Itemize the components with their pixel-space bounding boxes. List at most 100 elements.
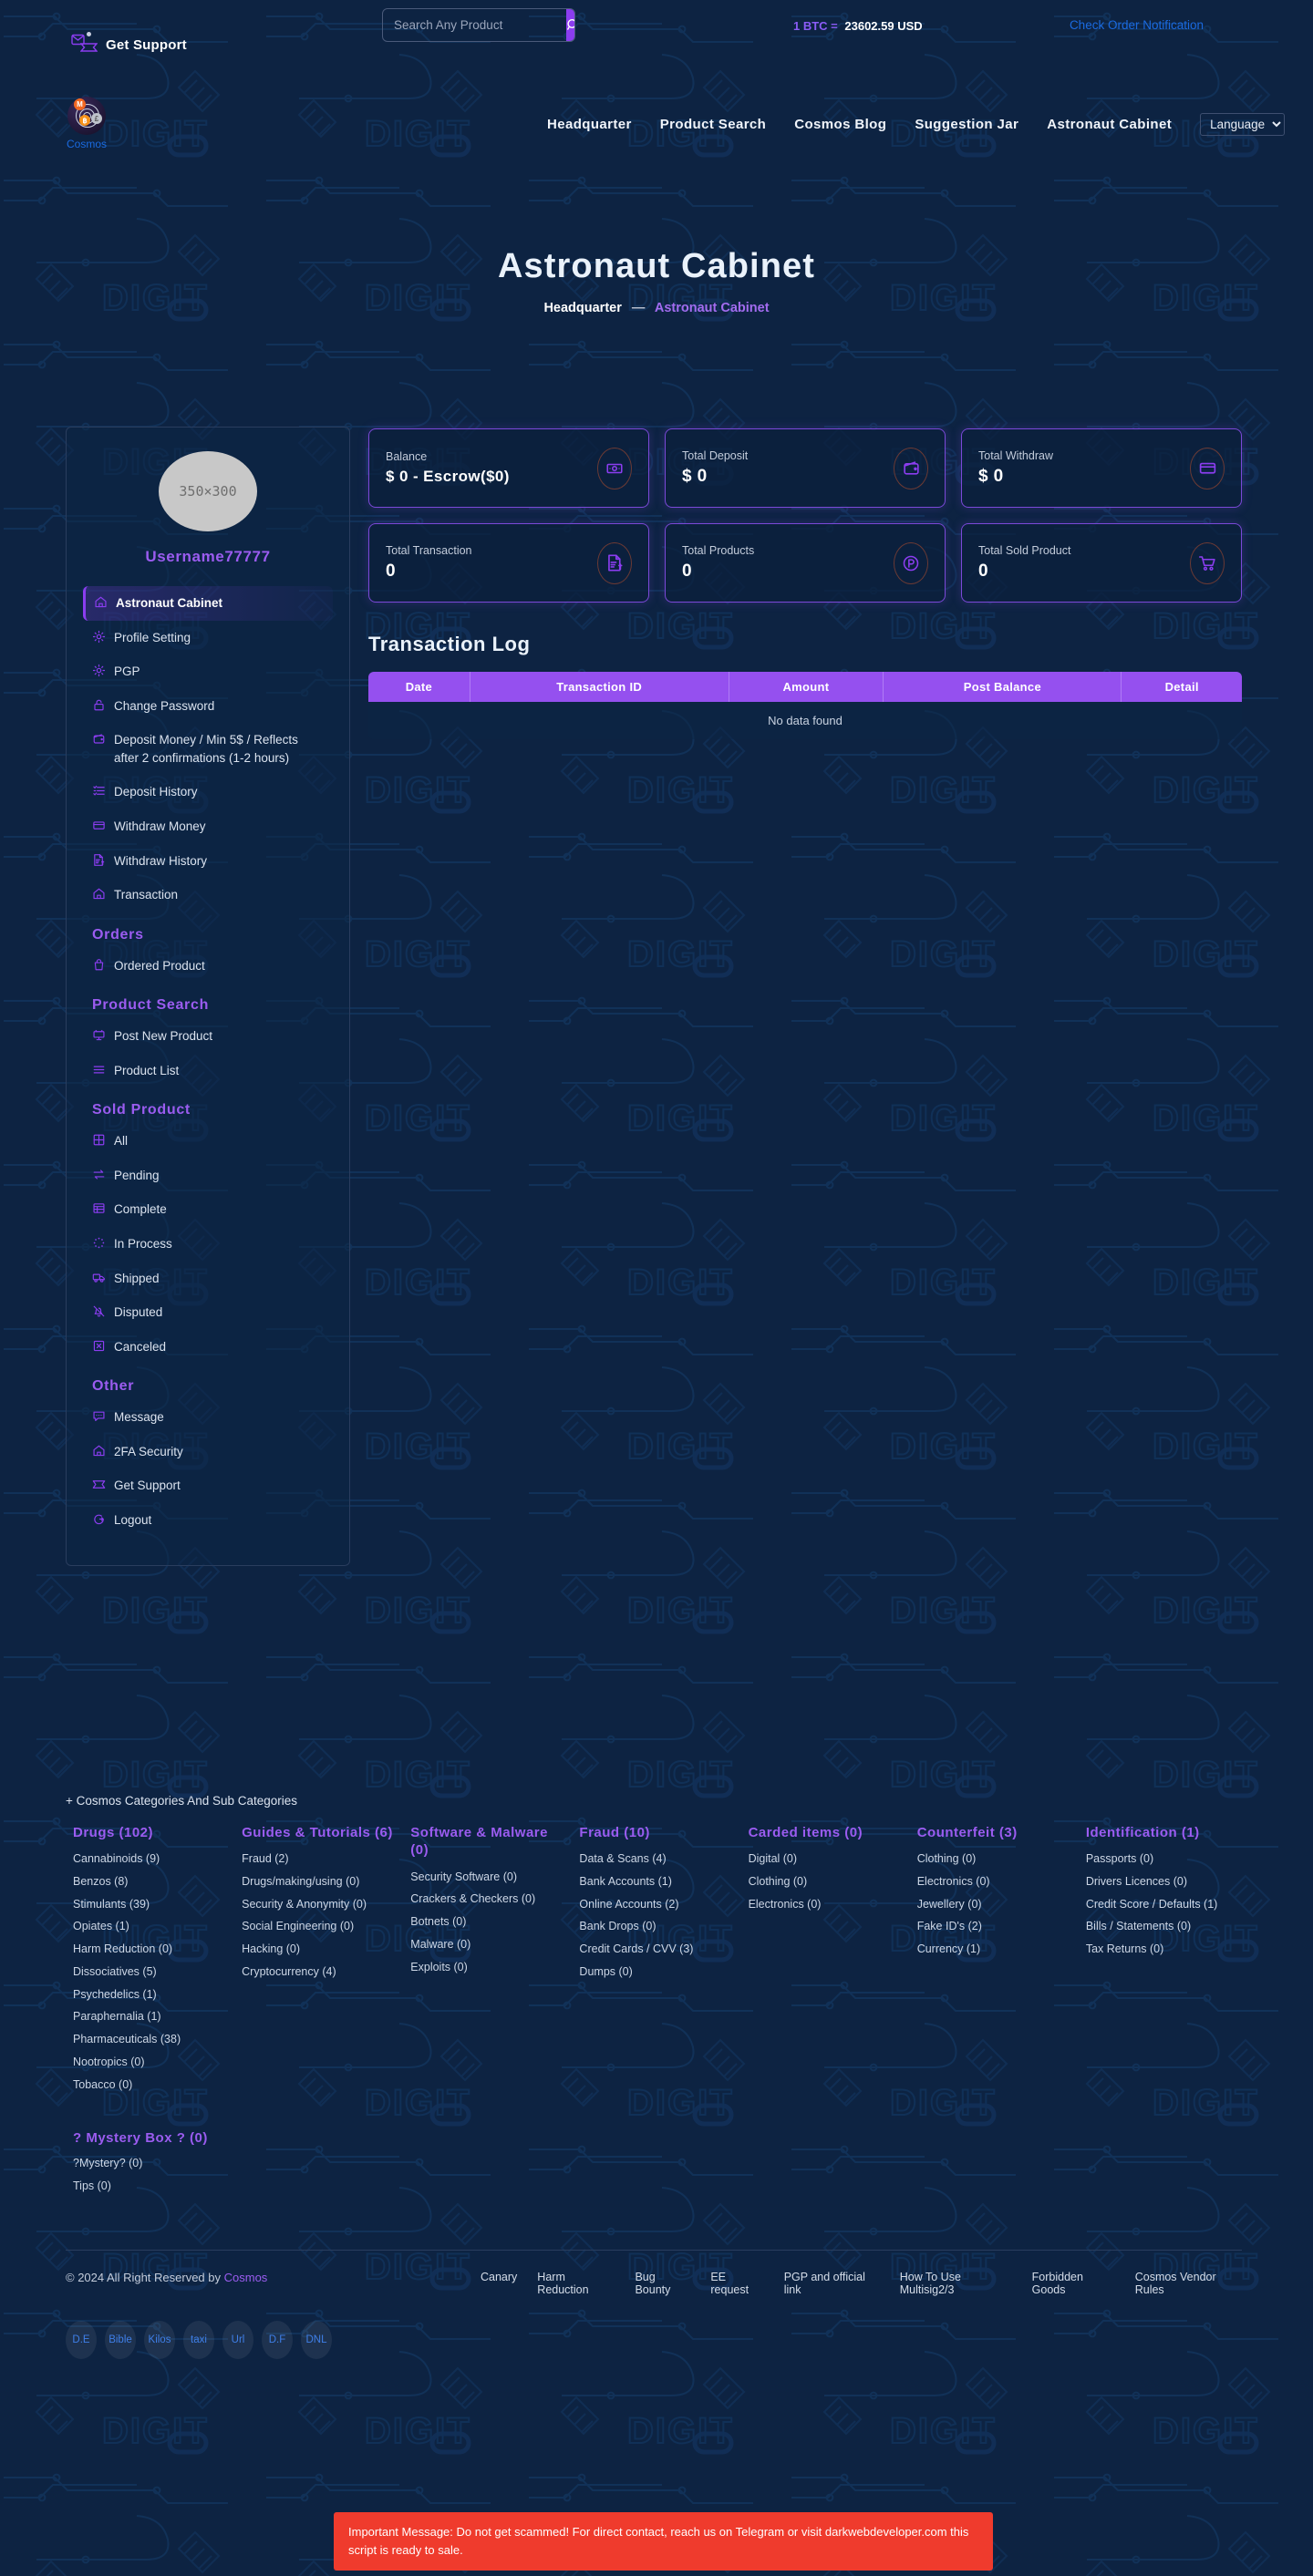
sidebar-item-get-support[interactable]: Get Support <box>83 1468 333 1503</box>
subcategory-link[interactable]: Benzos (8) <box>73 1873 229 1891</box>
sidebar-item-message[interactable]: Message <box>83 1400 333 1435</box>
subcategory-link[interactable]: Pharmaceuticals (38) <box>73 2031 229 2049</box>
subcategory-link[interactable]: Passports (0) <box>1086 1850 1242 1869</box>
sidebar-item-astronaut-cabinet[interactable]: Astronaut Cabinet <box>83 586 333 621</box>
footer-link-ee-request[interactable]: EE request <box>710 2271 763 2296</box>
subcategory-link[interactable]: Stimulants (39) <box>73 1896 229 1914</box>
nav-item-headquarter[interactable]: Headquarter <box>547 117 632 132</box>
subcategory-link[interactable]: Psychedelics (1) <box>73 1986 229 2004</box>
subcategory-link[interactable]: Currency (1) <box>917 1941 1073 1959</box>
subcategory-link[interactable]: Bills / Statements (0) <box>1086 1918 1242 1936</box>
subcategory-link[interactable]: Credit Cards / CVV (3) <box>579 1941 735 1959</box>
subcategory-link[interactable]: Security & Anonymity (0) <box>242 1896 398 1914</box>
subcategory-link[interactable]: Drugs/making/using (0) <box>242 1873 398 1891</box>
breadcrumb-home[interactable]: Headquarter <box>543 301 621 315</box>
footer-chip-bible[interactable]: Bible <box>105 2321 136 2360</box>
brand-logo-link[interactable]: M ฿ £ Cosmos <box>53 97 120 150</box>
subcategory-link[interactable]: Botnets (0) <box>410 1913 566 1932</box>
footer-link-cosmos-vendor-rules[interactable]: Cosmos Vendor Rules <box>1135 2271 1242 2296</box>
subcategory-link[interactable]: Data & Scans (4) <box>579 1850 735 1869</box>
footer-chip-taxi[interactable]: taxi <box>183 2321 214 2360</box>
check-order-notification-link[interactable]: Check Order Notification <box>1070 18 1204 32</box>
subcategory-link[interactable]: Cannabinoids (9) <box>73 1850 229 1869</box>
categories-toggle[interactable]: + Cosmos Categories And Sub Categories <box>66 1794 1242 1808</box>
category-title[interactable]: Counterfeit (3) <box>917 1824 1073 1842</box>
subcategory-link[interactable]: Tobacco (0) <box>73 2076 229 2095</box>
subcategory-link[interactable]: Exploits (0) <box>410 1959 566 1977</box>
sidebar-item-shipped[interactable]: Shipped <box>83 1262 333 1296</box>
subcategory-link[interactable]: Credit Score / Defaults (1) <box>1086 1896 1242 1914</box>
subcategory-link[interactable]: Paraphernalia (1) <box>73 2008 229 2026</box>
sidebar-item-deposit-history[interactable]: Deposit History <box>83 775 333 809</box>
category-title[interactable]: Guides & Tutorials (6) <box>242 1824 398 1842</box>
footer-link-bug-bounty[interactable]: Bug Bounty <box>635 2271 690 2296</box>
subcategory-link[interactable]: Fake ID's (2) <box>917 1918 1073 1936</box>
subcategory-link[interactable]: Hacking (0) <box>242 1941 398 1959</box>
subcategory-link[interactable]: Security Software (0) <box>410 1869 566 1887</box>
sidebar-item-logout[interactable]: Logout <box>83 1503 333 1538</box>
subcategory-link[interactable]: Electronics (0) <box>749 1896 905 1914</box>
subcategory-link[interactable]: Jewellery (0) <box>917 1896 1073 1914</box>
subcategory-link[interactable]: Tax Returns (0) <box>1086 1941 1242 1959</box>
subcategory-link[interactable]: ?Mystery? (0) <box>73 2155 1242 2173</box>
footer-chip-url[interactable]: Url <box>222 2321 253 2360</box>
subcategory-link[interactable]: Dumps (0) <box>579 1963 735 1982</box>
subcategory-link[interactable]: Bank Drops (0) <box>579 1918 735 1936</box>
footer-link-how-to-use-multisig2-3[interactable]: How To Use Multisig2/3 <box>900 2271 1012 2296</box>
language-select[interactable]: LanguageEnglishSpanishFrenchGermanRussia… <box>1200 113 1286 136</box>
category-title[interactable]: Carded items (0) <box>749 1824 905 1842</box>
sidebar-item-deposit-money-min-5-reflects-after[interactable]: Deposit Money / Min 5$ / Reflects after … <box>83 723 333 775</box>
subcategory-link[interactable]: Social Engineering (0) <box>242 1918 398 1936</box>
subcategory-link[interactable]: Crackers & Checkers (0) <box>410 1891 566 1909</box>
subcategory-link[interactable]: Drivers Licences (0) <box>1086 1873 1242 1891</box>
sidebar-item-change-password[interactable]: Change Password <box>83 689 333 724</box>
subcategory-link[interactable]: Nootropics (0) <box>73 2054 229 2072</box>
sidebar-item-in-process[interactable]: In Process <box>83 1227 333 1262</box>
search-box[interactable] <box>382 8 575 42</box>
sidebar-item-disputed[interactable]: Disputed <box>83 1295 333 1330</box>
sidebar-item-ordered-product[interactable]: Ordered Product <box>83 949 333 984</box>
get-support-button[interactable]: Get Support <box>71 32 187 57</box>
sidebar-item-pending[interactable]: Pending <box>83 1159 333 1193</box>
nav-item-product-search[interactable]: Product Search <box>660 117 766 132</box>
sidebar-item-canceled[interactable]: Canceled <box>83 1330 333 1365</box>
sidebar-item-profile-setting[interactable]: Profile Setting <box>83 621 333 655</box>
sidebar-item-pgp[interactable]: PGP <box>83 654 333 689</box>
footer-chip-d-f[interactable]: D.F <box>262 2321 293 2360</box>
nav-item-cosmos-blog[interactable]: Cosmos Blog <box>794 117 886 132</box>
category-title[interactable]: Fraud (10) <box>579 1824 735 1842</box>
sidebar-item-2fa-security[interactable]: 2FA Security <box>83 1435 333 1469</box>
sidebar-item-complete[interactable]: Complete <box>83 1192 333 1227</box>
nav-item-suggestion-jar[interactable]: Suggestion Jar <box>915 117 1018 132</box>
footer-chip-dnl[interactable]: DNL <box>301 2321 332 2360</box>
subcategory-link[interactable]: Cryptocurrency (4) <box>242 1963 398 1982</box>
subcategory-link[interactable]: Electronics (0) <box>917 1873 1073 1891</box>
subcategory-link[interactable]: Tips (0) <box>73 2178 1242 2196</box>
footer-link-harm-reduction[interactable]: Harm Reduction <box>537 2271 615 2296</box>
footer-chip-kilos[interactable]: Kilos <box>144 2321 175 2360</box>
footer-link-canary[interactable]: Canary <box>481 2271 517 2296</box>
search-button[interactable] <box>566 9 574 41</box>
subcategory-link[interactable]: Clothing (0) <box>917 1850 1073 1869</box>
sidebar-item-withdraw-money[interactable]: Withdraw Money <box>83 809 333 844</box>
category-title[interactable]: Identification (1) <box>1086 1824 1242 1842</box>
sidebar-item-all[interactable]: All <box>83 1124 333 1159</box>
sidebar-item-transaction[interactable]: Transaction <box>83 878 333 912</box>
footer-link-pgp-and-official-link[interactable]: PGP and official link <box>784 2271 880 2296</box>
category-title[interactable]: Software & Malware (0) <box>410 1824 566 1860</box>
footer-chip-d-e[interactable]: D.E <box>66 2321 97 2360</box>
subcategory-link[interactable]: Fraud (2) <box>242 1850 398 1869</box>
subcategory-link[interactable]: Harm Reduction (0) <box>73 1941 229 1959</box>
sidebar-item-product-list[interactable]: Product List <box>83 1054 333 1088</box>
subcategory-link[interactable]: Digital (0) <box>749 1850 905 1869</box>
category-title[interactable]: Drugs (102) <box>73 1824 229 1842</box>
nav-item-astronaut-cabinet[interactable]: Astronaut Cabinet <box>1047 117 1172 132</box>
subcategory-link[interactable]: Bank Accounts (1) <box>579 1873 735 1891</box>
subcategory-link[interactable]: Clothing (0) <box>749 1873 905 1891</box>
subcategory-link[interactable]: Online Accounts (2) <box>579 1896 735 1914</box>
footer-link-forbidden-goods[interactable]: Forbidden Goods <box>1032 2271 1115 2296</box>
subcategory-link[interactable]: Dissociatives (5) <box>73 1963 229 1982</box>
sidebar-item-post-new-product[interactable]: Post New Product <box>83 1019 333 1054</box>
search-input[interactable] <box>383 9 566 41</box>
copyright-link[interactable]: Cosmos <box>224 2271 268 2284</box>
